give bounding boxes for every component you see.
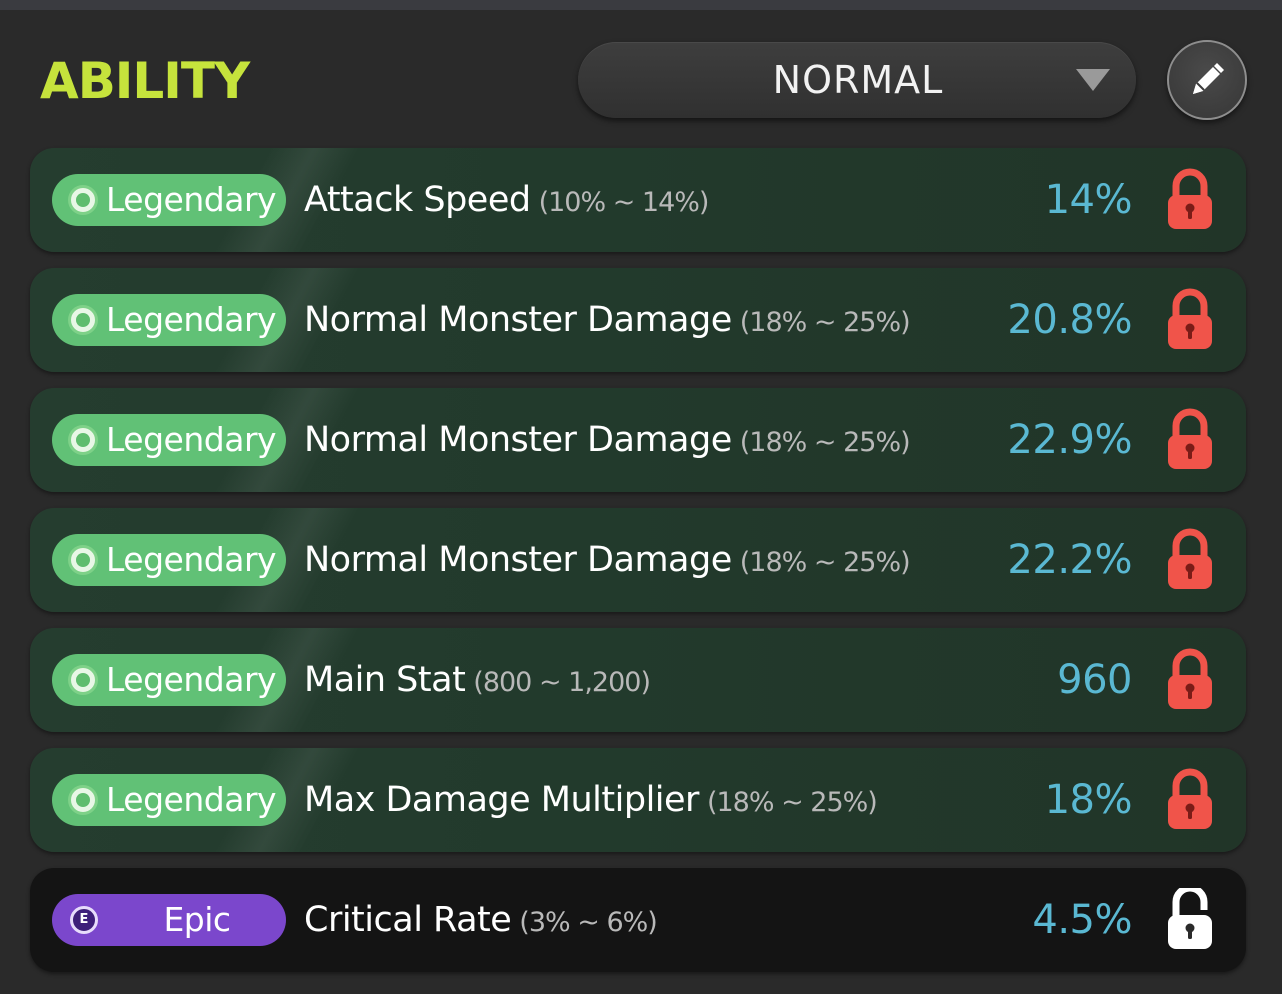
tier-badge: Legendary bbox=[52, 654, 286, 706]
ability-name: Normal Monster Damage (18% ~ 25%) bbox=[304, 388, 911, 492]
ability-value: 22.2% bbox=[1007, 537, 1132, 583]
ability-range: (10% ~ 14%) bbox=[538, 187, 710, 218]
tier-label: Epic bbox=[163, 900, 231, 939]
preset-dropdown[interactable]: NORMAL bbox=[578, 42, 1136, 118]
preset-dropdown-value: NORMAL bbox=[772, 58, 944, 102]
padlock-icon bbox=[1168, 528, 1212, 589]
tier-label: Legendary bbox=[106, 540, 277, 579]
tier-badge: Legendary bbox=[52, 174, 286, 226]
ability-value: 960 bbox=[1057, 657, 1132, 703]
ability-value: 14% bbox=[1044, 177, 1133, 223]
padlock-icon bbox=[1168, 648, 1212, 709]
tier-label: Legendary bbox=[106, 180, 277, 219]
edit-button[interactable] bbox=[1167, 40, 1247, 120]
lock-button[interactable] bbox=[1164, 528, 1216, 592]
tier-badge: Epic bbox=[52, 894, 286, 946]
lock-button[interactable] bbox=[1164, 768, 1216, 832]
ability-name-text: Critical Rate bbox=[304, 900, 512, 940]
legendary-tier-icon bbox=[68, 305, 98, 335]
ability-range: (18% ~ 25%) bbox=[739, 427, 911, 458]
legendary-tier-icon bbox=[68, 185, 98, 215]
ability-name: Normal Monster Damage (18% ~ 25%) bbox=[304, 268, 911, 372]
lock-button[interactable] bbox=[1164, 168, 1216, 232]
ability-name-text: Attack Speed bbox=[304, 180, 531, 220]
ability-range: (18% ~ 25%) bbox=[706, 787, 878, 818]
tier-label: Legendary bbox=[106, 300, 277, 339]
ability-row: Epic Critical Rate(3% ~ 6%) 4.5% bbox=[30, 868, 1246, 972]
lock-button[interactable] bbox=[1164, 884, 1216, 952]
tier-badge: Legendary bbox=[52, 774, 286, 826]
tier-label: Legendary bbox=[106, 780, 277, 819]
ability-name-text: Normal Monster Damage bbox=[304, 540, 732, 580]
ability-row: Legendary Main Stat (800 ~ 1,200) 960 bbox=[30, 628, 1246, 732]
ability-row: Legendary Normal Monster Damage (18% ~ 25%… bbox=[30, 268, 1246, 372]
chevron-down-icon bbox=[1076, 69, 1110, 91]
legendary-tier-icon bbox=[68, 785, 98, 815]
ability-row: Legendary Max Damage Multiplier (18% ~ 25%… bbox=[30, 748, 1246, 852]
ability-name-text: Normal Monster Damage bbox=[304, 300, 732, 340]
lock-button[interactable] bbox=[1164, 648, 1216, 712]
ability-name: Critical Rate (3% ~ 6%) bbox=[304, 868, 658, 972]
ability-range: (800 ~ 1,200) bbox=[473, 667, 651, 698]
ability-value: 20.8% bbox=[1007, 297, 1132, 343]
pencil-icon bbox=[1193, 63, 1224, 94]
tier-badge: Legendary bbox=[52, 414, 286, 466]
lock-button[interactable] bbox=[1164, 408, 1216, 472]
lock-button[interactable] bbox=[1164, 288, 1216, 352]
padlock-icon bbox=[1168, 884, 1212, 949]
legendary-tier-icon bbox=[68, 545, 98, 575]
ability-value: 4.5% bbox=[1032, 897, 1132, 943]
padlock-icon bbox=[1168, 768, 1212, 829]
tier-label: Legendary bbox=[106, 660, 277, 699]
tier-badge: Legendary bbox=[52, 294, 286, 346]
window-top-strip bbox=[0, 0, 1282, 10]
legendary-tier-icon bbox=[68, 665, 98, 695]
epic-tier-icon bbox=[70, 906, 98, 934]
padlock-icon bbox=[1168, 408, 1212, 469]
ability-row: Legendary Attack Speed (10% ~ 14%) 14% bbox=[30, 148, 1246, 252]
ability-row: Legendary Normal Monster Damage (18% ~ 25%… bbox=[30, 508, 1246, 612]
ability-name: Main Stat (800 ~ 1,200) bbox=[304, 628, 651, 732]
ability-range: (3% ~ 6%) bbox=[519, 907, 658, 938]
ability-range: (18% ~ 25%) bbox=[739, 307, 911, 338]
ability-name: Attack Speed (10% ~ 14%) bbox=[304, 148, 710, 252]
ability-name-text: Normal Monster Damage bbox=[304, 420, 732, 460]
ability-name: Normal Monster Damage (18% ~ 25%) bbox=[304, 508, 911, 612]
tier-label: Legendary bbox=[106, 420, 277, 459]
padlock-icon bbox=[1168, 288, 1212, 349]
ability-value: 22.9% bbox=[1007, 417, 1132, 463]
ability-name-text: Main Stat bbox=[304, 660, 466, 700]
tier-badge: Legendary bbox=[52, 534, 286, 586]
ability-value: 18% bbox=[1044, 777, 1133, 823]
ability-name: Max Damage Multiplier (18% ~ 25%) bbox=[304, 748, 878, 852]
padlock-icon bbox=[1168, 168, 1212, 229]
ability-name-text: Max Damage Multiplier bbox=[304, 780, 699, 820]
ability-row: Legendary Normal Monster Damage (18% ~ 25%… bbox=[30, 388, 1246, 492]
panel-title: ABILITY bbox=[40, 52, 250, 110]
legendary-tier-icon bbox=[68, 425, 98, 455]
ability-range: (18% ~ 25%) bbox=[739, 547, 911, 578]
